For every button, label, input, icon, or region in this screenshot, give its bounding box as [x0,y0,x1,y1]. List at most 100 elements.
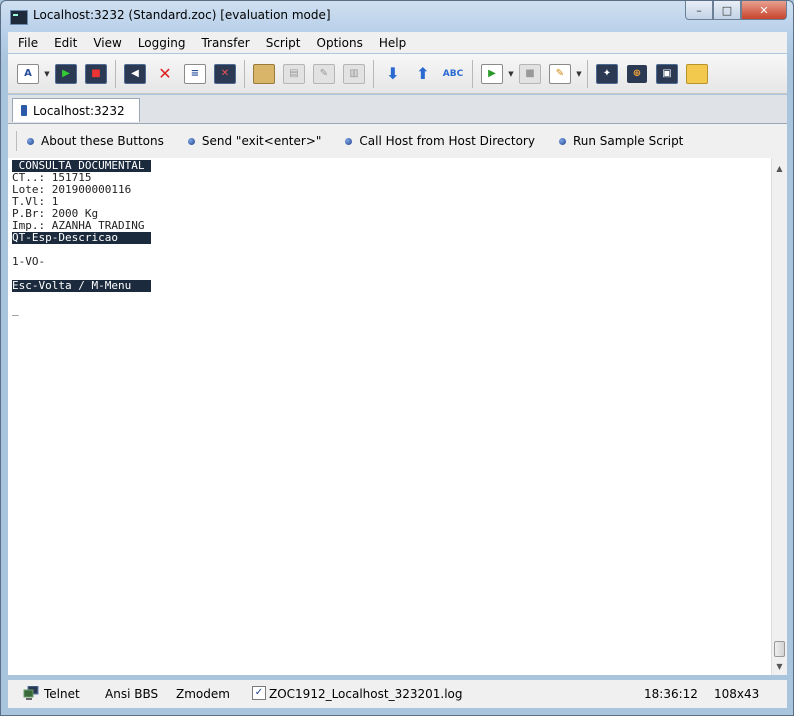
menu-script[interactable]: Script [258,36,309,50]
menu-transfer[interactable]: Transfer [193,36,257,50]
connect-icon: ▶ [55,63,77,84]
clipboard-icon: ▥ [343,63,365,84]
app-window: Localhost:3232 (Standard.zoc) [evaluatio… [0,0,794,716]
network-icon [23,686,39,700]
upload-icon: ⬆ [416,64,430,83]
tab-localhost[interactable]: Localhost:3232 [12,98,140,122]
session-icon: ≡ [184,63,206,84]
minimize-button[interactable]: – [685,1,713,20]
run-script-button[interactable]: ▶ [479,61,505,87]
spellcheck-icon: ABC [442,68,464,79]
terminal-screen[interactable]: CONSULTA DOCUMENTAL CT..: 151715 Lote: 20… [8,158,771,675]
terminal-line: 1-VO- [12,255,46,268]
menu-help[interactable]: Help [371,36,414,50]
terminal-settings-icon: ✦ [596,63,618,84]
spellcheck-button[interactable]: ABC [440,61,466,87]
bullet-icon [345,137,353,145]
tab-label: Localhost:3232 [33,103,125,118]
font-button[interactable]: A [15,61,41,87]
maximize-button[interactable]: □ [713,1,741,20]
paste-button[interactable] [251,61,277,87]
host-directory-button[interactable]: ⊕ [624,61,650,87]
stop-icon: ■ [519,63,541,84]
new-window-button[interactable]: ▣ [654,61,680,87]
toolbar-separator [115,59,116,88]
bullet-icon [27,137,34,145]
window-title: Localhost:3232 (Standard.zoc) [evaluatio… [33,8,331,22]
send-exit-button[interactable]: Send "exit<enter>" [187,134,322,148]
download-button[interactable]: ⬇ [380,61,406,87]
paste-icon [253,63,275,84]
terminal-app-icon [10,10,28,25]
script-edit-icon: ✎ [549,63,571,84]
call-host-button[interactable]: Call Host from Host Directory [345,134,535,148]
menu-bar: File Edit View Logging Transfer Script O… [8,32,787,53]
button-label: Run Sample Script [572,134,684,148]
user-button-bar: About these Buttons Send "exit<enter>" C… [8,124,787,158]
button-label: Call Host from Host Directory [359,134,535,148]
edit-icon: ✎ [313,63,335,84]
session-tab-icon [21,105,27,116]
font-icon: A [17,63,39,84]
menu-edit[interactable]: Edit [46,36,85,50]
send-file-icon: ◀ [124,63,146,84]
cancel-icon: ✕ [158,64,172,83]
status-transfer[interactable]: Zmodem [176,687,230,701]
scroll-up-icon[interactable]: ▲ [772,160,787,176]
scrollbar-thumb[interactable] [774,641,785,657]
toolbar-separator [472,59,473,88]
button-label: About these Buttons [41,134,164,148]
caption-buttons: – □ ✕ [685,1,787,21]
download-icon: ⬇ [386,64,400,83]
cancel-button[interactable]: ✕ [152,61,178,87]
session-tab-strip: Localhost:3232 [8,95,787,124]
status-screen-size: 108x43 [714,687,760,701]
toolbar-separator [373,59,374,88]
about-buttons-button[interactable]: About these Buttons [27,134,164,148]
new-window-icon: ▣ [656,63,678,84]
copy-icon: ▤ [283,63,305,84]
menu-options[interactable]: Options [309,36,371,50]
run-sample-script-button[interactable]: Run Sample Script [558,134,684,148]
title-bar: Localhost:3232 (Standard.zoc) [evaluatio… [1,1,793,31]
terminal-line: _ [12,303,19,316]
button-label: Send "exit<enter>" [201,134,322,148]
session-button[interactable]: ≡ [182,61,208,87]
clipboard-button[interactable]: ▥ [341,61,367,87]
font-dropdown-icon[interactable]: ▼ [43,70,51,78]
terminal-line: QT-Esp-Descricao [12,231,152,244]
bullet-icon [187,137,195,145]
copy-button[interactable]: ▤ [281,61,307,87]
close-button[interactable]: ✕ [741,1,787,20]
toolbar-separator [587,59,588,88]
terminal-line: Esc-Volta / M-Menu [12,279,152,292]
edit-button[interactable]: ✎ [311,61,337,87]
status-protocol[interactable]: Telnet [44,687,80,701]
toolbar: A ▼ ▶ ■ ◀ ✕ ≡ ✕ ▤ ✎ ▥ ⬇ ⬆ ABC ▶ ▼ ■ ✎ ▼ … [8,54,787,94]
status-time: 18:36:12 [644,687,698,701]
menu-file[interactable]: File [8,36,46,50]
disconnect-button[interactable]: ■ [83,61,109,87]
terminal-settings-button[interactable]: ✦ [594,61,620,87]
send-file-button[interactable]: ◀ [122,61,148,87]
close-session-button[interactable]: ✕ [212,61,238,87]
scroll-down-icon[interactable]: ▼ [772,658,787,674]
connect-button[interactable]: ▶ [53,61,79,87]
log-checkbox[interactable]: ✓ [252,686,266,700]
disconnect-icon: ■ [85,63,107,84]
menu-logging[interactable]: Logging [130,36,194,50]
toolbar-separator [244,59,245,88]
status-bar: Telnet Ansi BBS Zmodem ✓ ZOC1912_Localho… [8,680,787,708]
run-script-dropdown-icon[interactable]: ▼ [507,70,515,78]
status-emulation[interactable]: Ansi BBS [105,687,158,701]
run-script-icon: ▶ [481,63,503,84]
script-edit-button[interactable]: ✎ [547,61,573,87]
folder-button[interactable] [684,61,710,87]
upload-button[interactable]: ⬆ [410,61,436,87]
stop-button[interactable]: ■ [517,61,543,87]
menu-view[interactable]: View [85,36,129,50]
status-log-file[interactable]: ZOC1912_Localhost_323201.log [269,687,463,701]
vertical-scrollbar[interactable]: ▲ ▼ [771,158,787,675]
script-edit-dropdown-icon[interactable]: ▼ [575,70,583,78]
close-session-icon: ✕ [214,63,236,84]
